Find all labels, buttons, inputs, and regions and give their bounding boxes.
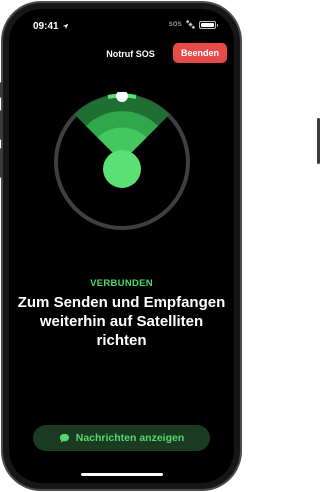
volume-up-button [0, 110, 3, 140]
connection-status: VERBUNDEN [90, 278, 153, 289]
instruction-text: Zum Senden und Empfangen weiterhin auf S… [17, 294, 226, 349]
location-arrow-icon [62, 23, 68, 30]
time-text: 09:41 [33, 21, 59, 32]
dynamic-island [89, 17, 154, 35]
sos-indicator: SOS [168, 21, 182, 28]
volume-down-button [0, 148, 3, 178]
screen: 09:41 SOS Notruf SOS Beenden VERBUNDEN Z… [9, 9, 234, 483]
show-messages-label: Nachrichten anzeigen [75, 432, 185, 444]
satellite-pointer [54, 92, 190, 230]
phone-frame: 09:41 SOS Notruf SOS Beenden VERBUNDEN Z… [1, 1, 242, 491]
home-indicator[interactable] [80, 473, 163, 476]
end-button[interactable]: Beenden [172, 43, 227, 63]
satellite-icon [186, 20, 195, 29]
action-button [0, 82, 3, 98]
speech-bubble-icon [59, 433, 69, 443]
device-position-dot [103, 150, 141, 188]
battery-icon [199, 20, 218, 29]
battery-fill [201, 22, 214, 27]
phone-bezel: 09:41 SOS Notruf SOS Beenden VERBUNDEN Z… [3, 3, 240, 489]
show-messages-button[interactable]: Nachrichten anzeigen [33, 425, 210, 451]
status-bar-right: SOS [168, 20, 218, 29]
status-bar-time: 09:41 [33, 21, 69, 32]
